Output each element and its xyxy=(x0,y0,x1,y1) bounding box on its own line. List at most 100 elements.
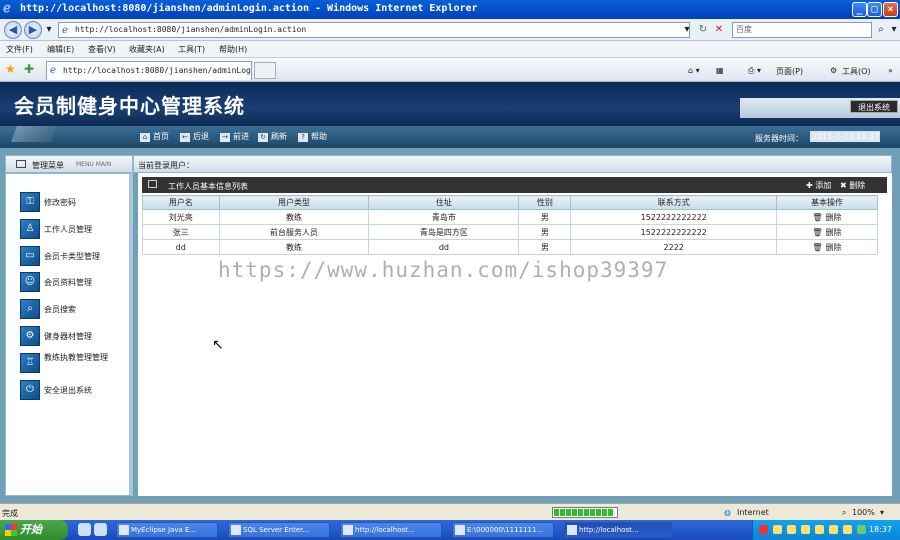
nav-help[interactable]: ? 帮助 xyxy=(298,131,327,142)
sidebar-item-label: 会员资料管理 xyxy=(44,278,92,287)
sidebar-item-label: 安全退出系统 xyxy=(44,386,92,395)
menu-file[interactable]: 文件(F) xyxy=(6,44,33,55)
address-bar: ◀ ▶ ▾ ℯ http://localhost:8080/jianshen/a… xyxy=(0,19,900,41)
nav-home-label: 首页 xyxy=(153,132,169,141)
search-input[interactable]: 百度 xyxy=(732,22,872,38)
sidebar-item-label: 会员卡类型管理 xyxy=(44,252,100,261)
stop-icon[interactable]: ✕ xyxy=(712,22,726,38)
windows-flag-icon xyxy=(5,524,17,536)
nav-refresh-label: 刷新 xyxy=(271,132,287,141)
task-myeclipse[interactable]: MyEclipse Java E... xyxy=(116,522,218,538)
system-tray: 18:37 xyxy=(752,520,900,540)
task-label: http://localhost... xyxy=(579,526,639,534)
cell-contact: 2222 xyxy=(570,239,777,255)
sidebar-item-staff[interactable]: ♙ 工作人员管理 xyxy=(20,219,132,241)
task-label: E:\000000\1111111... xyxy=(467,526,544,534)
add-favorite-icon[interactable]: ✚ xyxy=(24,62,34,76)
sidebar-item-change-password[interactable]: ⚿ 修改密码 xyxy=(20,192,132,214)
maximize-button[interactable]: □ xyxy=(867,2,882,17)
zoom-dropdown-icon[interactable]: ▾ xyxy=(880,508,884,517)
sidebar-header: 管理菜单 MENU MAIN xyxy=(5,155,133,173)
menu-favorites[interactable]: 收藏夹(A) xyxy=(129,44,165,55)
sidebar-item-member-search[interactable]: ⌕ 会员搜索 xyxy=(20,299,132,321)
new-tab-button[interactable] xyxy=(254,62,276,79)
task-ie-2[interactable]: http://localhost... xyxy=(564,522,672,538)
back-button[interactable]: ◀ xyxy=(4,21,22,39)
gear-icon[interactable]: ⚙ xyxy=(830,66,837,75)
close-button[interactable]: × xyxy=(883,2,898,17)
tray-app-icon[interactable] xyxy=(857,525,866,534)
forward-button[interactable]: ▶ xyxy=(24,21,42,39)
table-row: 张三 前台服务人员 青岛是四方区 男 1522222222222 🗑 删除 xyxy=(142,224,879,240)
staff-icon: ♙ xyxy=(20,219,40,239)
search-icon[interactable]: ⌕ xyxy=(874,22,888,38)
zone-text: Internet xyxy=(737,508,769,517)
history-dropdown-icon[interactable]: ▾ xyxy=(42,22,56,38)
delete-button[interactable]: ✖ 删除 xyxy=(840,180,865,191)
row-delete-link[interactable]: 删除 xyxy=(826,243,842,252)
menu-edit[interactable]: 编辑(E) xyxy=(47,44,74,55)
cell-gender: 男 xyxy=(518,239,572,255)
tools-menu[interactable]: 工具(O) xyxy=(842,66,871,77)
row-delete-link[interactable]: 删除 xyxy=(826,228,842,237)
zoom-icon: ⌕ xyxy=(842,508,847,517)
delete-icon: ✖ xyxy=(840,181,850,190)
login-user-label: 当前登录用户： xyxy=(138,161,194,170)
menu-view[interactable]: 查看(V) xyxy=(88,44,116,55)
ime-icon[interactable] xyxy=(773,525,782,534)
nav-refresh[interactable]: ↻ 刷新 xyxy=(258,131,287,142)
row-delete-link[interactable]: 删除 xyxy=(826,213,842,222)
favorites-star-icon[interactable]: ★ xyxy=(5,62,16,76)
list-icon xyxy=(148,180,157,188)
start-button[interactable]: 开始 xyxy=(0,520,68,540)
task-ie-1[interactable]: http://localhost... xyxy=(340,522,442,538)
sidebar-item-member-data[interactable]: ☺ 会员资料管理 xyxy=(20,272,132,294)
ie-quicklaunch-icon[interactable] xyxy=(78,523,91,536)
sidebar-item-equipment[interactable]: ⚙ 健身器材管理 xyxy=(20,326,132,348)
add-button[interactable]: ✚ 添加 xyxy=(806,180,831,191)
card-icon: ▭ xyxy=(20,246,40,266)
sidebar-item-coaching[interactable]: ♖ 教练执教管理管理 xyxy=(20,353,132,375)
trash-icon: 🗑 xyxy=(812,242,823,252)
home-cmd-icon[interactable]: ⌂ ▾ xyxy=(688,66,700,75)
cell-operations: 🗑 删除 xyxy=(775,239,879,255)
menu-help[interactable]: 帮助(H) xyxy=(219,44,247,55)
search-dropdown-icon[interactable]: ▾ xyxy=(887,22,900,38)
more-chevron-icon[interactable]: » xyxy=(888,66,893,75)
print-icon[interactable]: ⎙ ▾ xyxy=(748,66,761,76)
refresh-icon[interactable]: ↻ xyxy=(696,22,710,38)
nav-home[interactable]: ⌂ 首页 xyxy=(140,131,169,142)
mouse-cursor-icon: ↖ xyxy=(212,337,224,353)
antivirus-icon[interactable] xyxy=(759,525,768,534)
address-dropdown-icon[interactable]: ▾ xyxy=(680,22,694,38)
sidebar-item-logout[interactable]: ⏻ 安全退出系统 xyxy=(20,380,132,402)
logout-button[interactable]: 退出系统 xyxy=(850,100,898,113)
browser-tab[interactable]: ℯ http://localhost:8080/jianshen/adminLo… xyxy=(46,61,252,80)
cell-username: 张三 xyxy=(142,224,220,240)
task-folder[interactable]: E:\000000\1111111... xyxy=(452,522,554,538)
sidebar-item-label: 健身器材管理 xyxy=(44,332,92,341)
sidebar-item-label: 会员搜索 xyxy=(44,305,76,314)
sidebar-item-card-types[interactable]: ▭ 会员卡类型管理 xyxy=(20,246,132,268)
feeds-icon[interactable]: ▦ xyxy=(716,66,724,75)
network-icon[interactable] xyxy=(787,525,796,534)
desktop-quicklaunch-icon[interactable] xyxy=(94,523,107,536)
cell-gender: 男 xyxy=(518,209,572,225)
table-title: 工作人员基本信息列表 xyxy=(168,182,248,191)
login-user-bar: 当前登录用户： xyxy=(133,155,892,173)
menu-tools[interactable]: 工具(T) xyxy=(178,44,205,55)
tray-app-icon[interactable] xyxy=(843,525,852,534)
volume-icon[interactable] xyxy=(801,525,810,534)
minimize-button[interactable]: _ xyxy=(852,2,867,17)
nav-forward[interactable]: → 前进 xyxy=(220,131,249,142)
tray-app-icon[interactable] xyxy=(829,525,838,534)
address-input[interactable]: ℯ http://localhost:8080/jianshen/adminLo… xyxy=(58,22,690,38)
refresh-icon: ↻ xyxy=(258,133,268,142)
ie-icon xyxy=(567,525,577,535)
zoom-level[interactable]: 100% xyxy=(852,508,875,517)
nav-back[interactable]: ← 后退 xyxy=(180,131,209,142)
nav-forward-label: 前进 xyxy=(233,132,249,141)
tray-app-icon[interactable] xyxy=(815,525,824,534)
page-menu[interactable]: 页面(P) xyxy=(776,66,803,77)
task-sqlserver[interactable]: SQL Server Enter... xyxy=(228,522,330,538)
